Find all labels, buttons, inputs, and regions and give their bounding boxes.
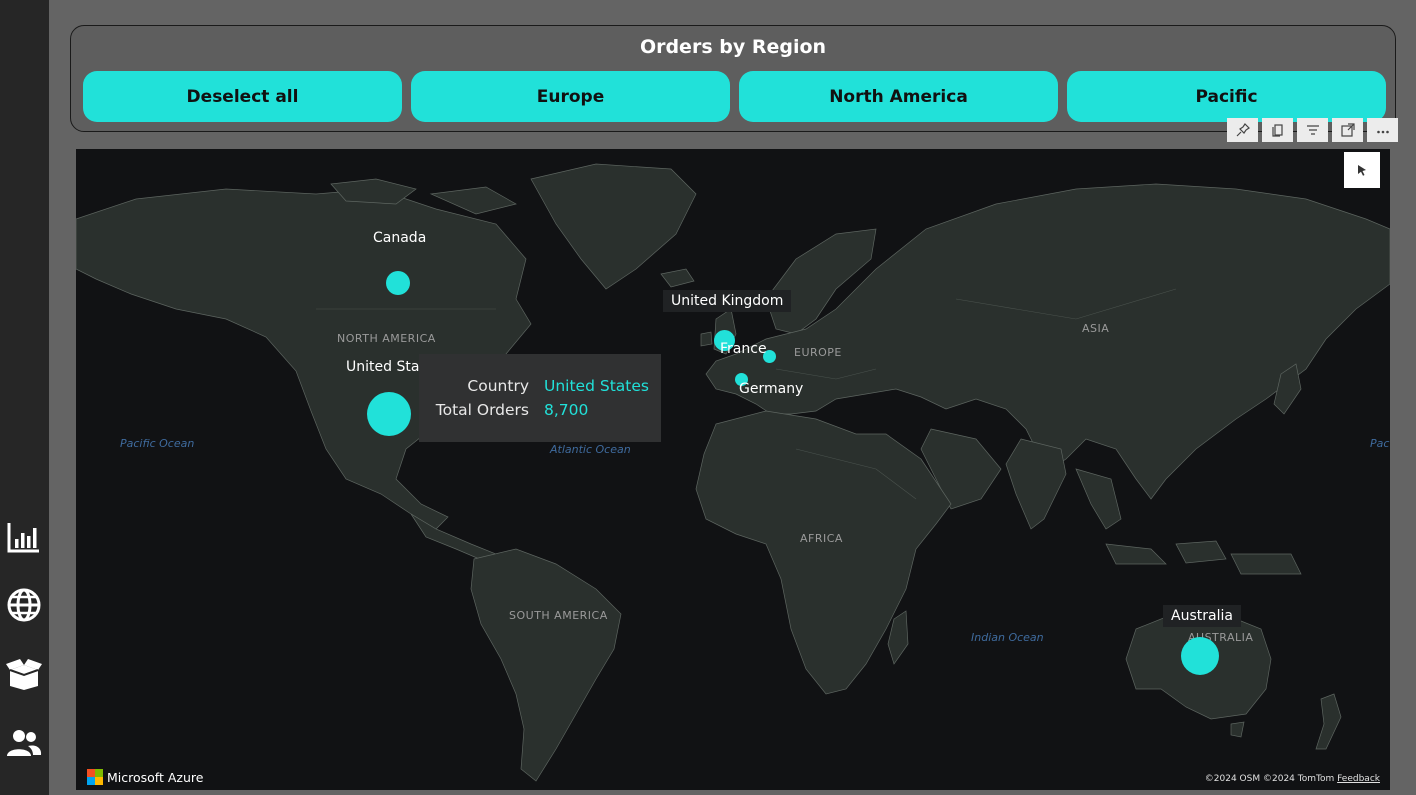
bubble-canada[interactable] [386,271,410,295]
attribution-tomtom: ©2024 TomTom [1263,774,1335,784]
orders-map[interactable]: NORTH AMERICA SOUTH AMERICA EUROPE AFRIC… [76,149,1390,790]
ocean-label: Atlantic Ocean [550,443,631,456]
continent-label: SOUTH AMERICA [509,609,608,622]
country-label-united-kingdom: United Kingdom [663,290,792,312]
nav-customers[interactable] [5,724,43,762]
tooltip-key: Total Orders [435,401,529,419]
cursor-arrow-icon [1358,165,1366,176]
copy-icon [1271,124,1283,137]
focus-mode-icon [1340,123,1355,137]
continent-label: AFRICA [800,532,843,545]
bubble-united-states[interactable] [367,392,411,436]
country-label-france: France [720,341,767,357]
ocean-label: Indian Ocean [971,631,1044,644]
tooltip-key: Country [467,377,529,395]
country-label-canada: Canada [373,230,427,246]
bubble-australia[interactable] [1181,637,1219,675]
ocean-label: Pac [1370,437,1390,450]
microsoft-logo-icon [87,769,103,785]
filter-button[interactable] [1297,118,1328,142]
deselect-all-button[interactable]: Deselect all [83,71,402,122]
left-nav-rail [0,0,49,795]
map-tooltip: Country United States Total Orders 8,700 [419,354,661,442]
focus-mode-button[interactable] [1332,118,1363,142]
ocean-label: Pacific Ocean [120,437,195,450]
slicer-title: Orders by Region [639,36,827,58]
nav-products[interactable] [5,655,43,693]
pin-button[interactable] [1227,118,1258,142]
people-icon [7,730,42,756]
continent-label: ASIA [1082,322,1110,335]
feedback-link[interactable]: Feedback [1337,774,1380,784]
pin-icon [1236,123,1250,137]
map-select-tool[interactable] [1344,152,1380,188]
brand-text: Microsoft Azure [107,769,204,785]
tooltip-row-orders: Total Orders 8,700 [419,401,661,423]
more-options-button[interactable] [1367,118,1398,142]
bar-chart-icon [7,523,39,553]
world-landmass [76,163,1390,782]
globe-icon [7,588,41,622]
map-branding: Microsoft Azure [87,769,203,785]
nav-map[interactable] [5,586,43,624]
map-attribution: ©2024 OSM ©2024 TomTom Feedback [1205,774,1380,784]
continent-label: EUROPE [794,346,842,359]
country-label-australia: Australia [1163,605,1241,627]
country-label-germany: Germany [739,381,804,397]
box-icon [6,659,42,690]
region-button-pacific[interactable]: Pacific [1067,71,1386,122]
region-button-europe[interactable]: Europe [411,71,730,122]
copy-button[interactable] [1262,118,1293,142]
attribution-osm: ©2024 OSM [1204,774,1261,784]
tooltip-value: United States [544,377,649,395]
region-button-north-america[interactable]: North America [739,71,1058,122]
continent-label: NORTH AMERICA [337,332,436,345]
tooltip-row-country: Country United States [419,377,661,399]
filter-icon [1306,125,1319,135]
nav-analytics[interactable] [5,518,43,556]
region-slicer: Orders by Region Deselect all Europe Nor… [70,25,1396,132]
more-options-icon [1376,130,1389,134]
tooltip-value: 8,700 [544,401,589,419]
country-label-united-states: United Stat [346,359,425,375]
visual-header-toolbar [1227,118,1398,142]
